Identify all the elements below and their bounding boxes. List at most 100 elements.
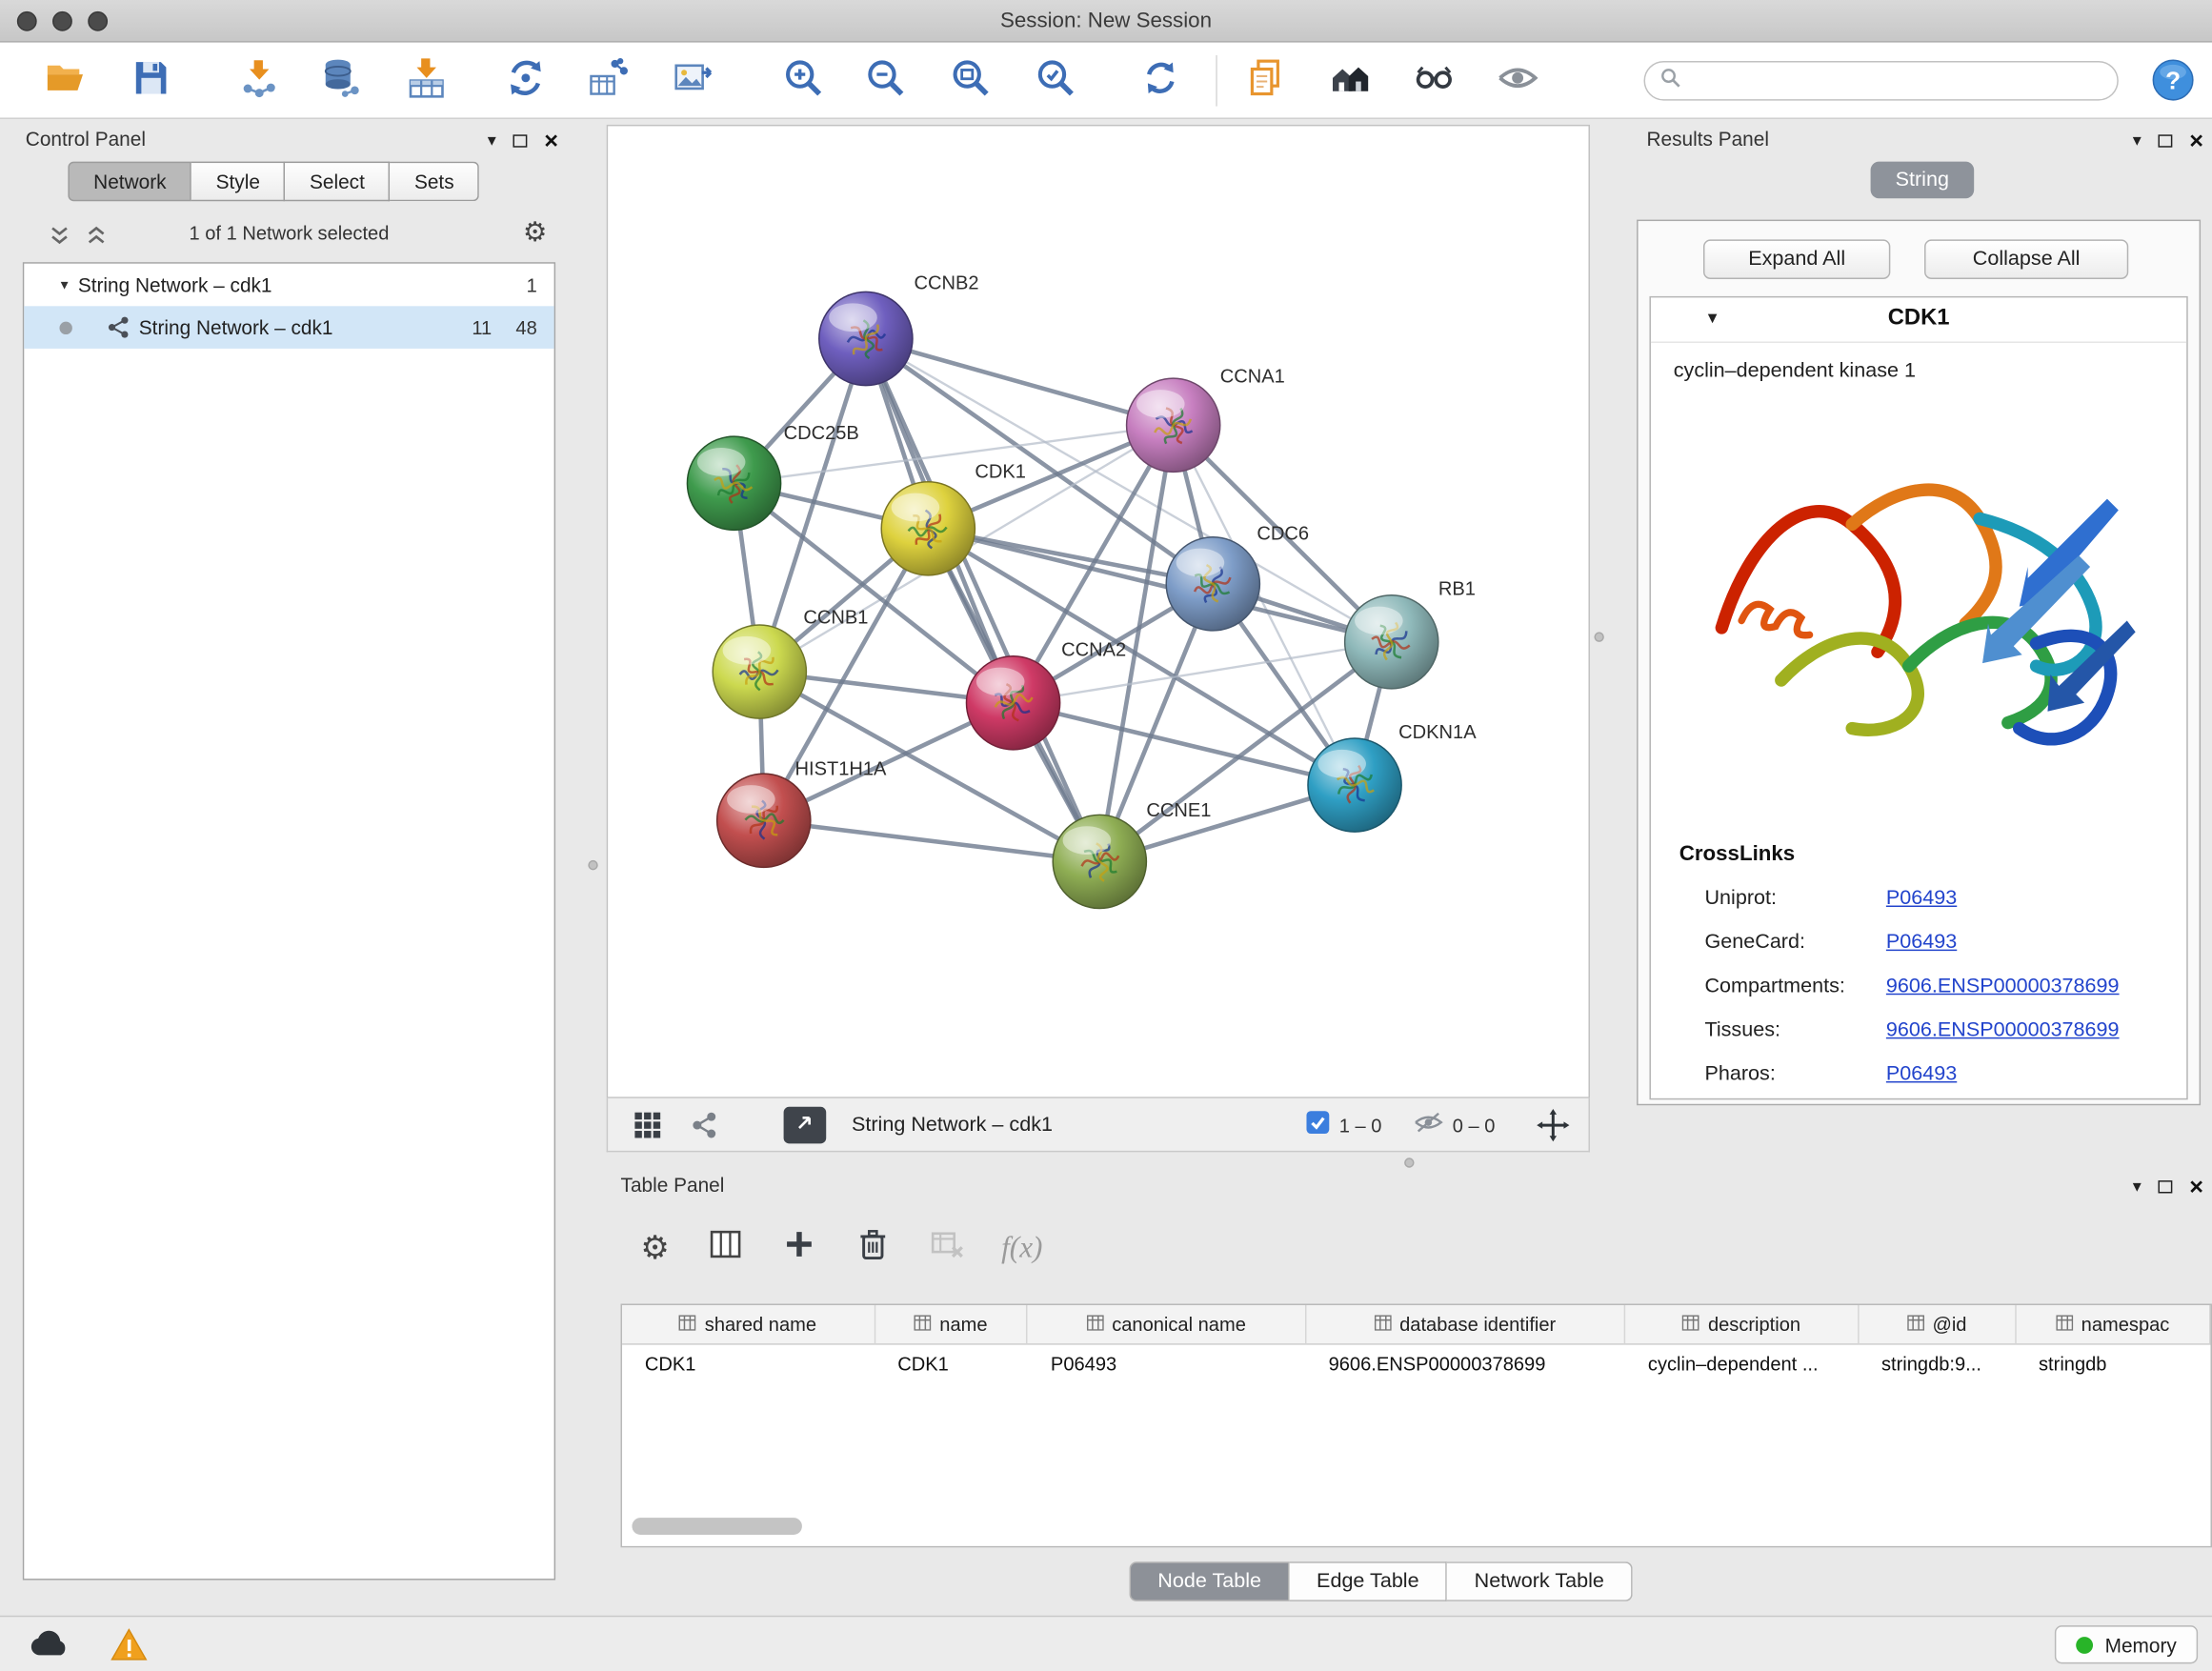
tab-sets[interactable]: Sets — [391, 162, 480, 202]
tab-network-table[interactable]: Network Table — [1447, 1561, 1632, 1601]
column-header-namespac[interactable]: namespac — [2016, 1305, 2210, 1343]
crosslink-row: GeneCard:P06493 — [1651, 919, 2186, 963]
table-row[interactable]: CDK1CDK1P064939606.ENSP00000378699cyclin… — [622, 1345, 2210, 1385]
search-input[interactable] — [1691, 65, 2118, 96]
network-node-CDK1[interactable]: CDK1 — [881, 461, 1026, 575]
column-header-database-identifier[interactable]: database identifier — [1306, 1305, 1626, 1343]
table-cell[interactable]: CDK1 — [622, 1345, 875, 1385]
column-header--id[interactable]: @id — [1859, 1305, 2016, 1343]
memory-status-dot-icon — [2077, 1636, 2094, 1653]
tab-string[interactable]: String — [1870, 162, 1975, 199]
table-panel-close-icon[interactable]: × — [2189, 1174, 2203, 1198]
network-node-HIST1H1A[interactable]: HIST1H1A — [717, 759, 887, 868]
horizontal-scrollbar[interactable] — [632, 1518, 802, 1535]
birdseye-toggle-button[interactable] — [784, 1098, 827, 1153]
new-table-from-network-button[interactable] — [581, 54, 635, 109]
control-panel-float-icon[interactable] — [513, 134, 528, 147]
zoom-in-button[interactable] — [776, 54, 831, 109]
column-header-name[interactable]: name — [875, 1305, 1028, 1343]
table-panel-title: Table Panel — [621, 1174, 725, 1197]
zoom-selected-button[interactable] — [1029, 54, 1083, 109]
hide-selected-button[interactable] — [1407, 54, 1461, 109]
show-hidden-button[interactable] — [1491, 54, 1545, 109]
network-edge[interactable] — [866, 339, 1174, 426]
results-panel-close-icon[interactable]: × — [2189, 129, 2203, 152]
zoom-out-button[interactable] — [858, 54, 913, 109]
crosslink-value-link[interactable]: 9606.ENSP00000378699 — [1886, 975, 2120, 997]
column-header-description[interactable]: description — [1625, 1305, 1859, 1343]
network-node-CCNA1[interactable]: CCNA1 — [1127, 367, 1285, 473]
network-edge[interactable] — [866, 339, 1099, 862]
tab-select[interactable]: Select — [286, 162, 391, 202]
import-network-file-button[interactable] — [232, 54, 287, 109]
table-panel-float-icon[interactable] — [2159, 1179, 2173, 1192]
delete-column-trash-icon[interactable] — [854, 1225, 891, 1269]
network-options-gear-icon[interactable]: ⚙ — [523, 220, 547, 247]
network-node-CCNB1[interactable]: CCNB1 — [713, 608, 868, 719]
network-collection-row[interactable]: ▼ String Network – cdk1 1 — [24, 264, 553, 307]
table-cell[interactable]: stringdb — [2016, 1345, 2210, 1385]
refresh-layout-button[interactable] — [1134, 54, 1188, 109]
control-panel-collapse-icon[interactable]: ▾ — [488, 131, 496, 149]
control-panel-close-icon[interactable]: × — [544, 129, 558, 152]
table-options-gear-icon[interactable]: ⚙ — [640, 1231, 670, 1263]
show-columns-icon[interactable] — [707, 1225, 744, 1269]
cloud-status-icon[interactable] — [29, 1628, 71, 1666]
crosslink-value-link[interactable]: 9606.ENSP00000378699 — [1886, 1018, 2120, 1041]
table-cell[interactable]: 9606.ENSP00000378699 — [1306, 1345, 1625, 1385]
collapse-all-button[interactable]: Collapse All — [1924, 239, 2128, 279]
splitter-handle-bottom[interactable] — [1404, 1158, 1414, 1167]
crosslink-value-link[interactable]: P06493 — [1886, 931, 1957, 954]
tab-style[interactable]: Style — [191, 162, 285, 202]
new-network-button[interactable] — [499, 54, 553, 109]
network-node-RB1[interactable]: RB1 — [1345, 579, 1476, 689]
toolbar-separator — [1216, 55, 1217, 107]
results-panel-float-icon[interactable] — [2159, 134, 2173, 147]
grid-view-icon[interactable] — [633, 1098, 662, 1153]
save-session-button[interactable] — [123, 54, 177, 109]
column-header-shared-name[interactable]: shared name — [622, 1305, 875, 1343]
splitter-handle-right[interactable] — [1594, 632, 1603, 641]
export-image-button[interactable] — [666, 54, 720, 109]
table-cell[interactable]: CDK1 — [875, 1345, 1028, 1385]
splitter-handle-left[interactable] — [588, 860, 597, 870]
network-edge[interactable] — [764, 820, 1100, 861]
pan-crosshair-button[interactable] — [1536, 1098, 1570, 1153]
table-cell[interactable]: stringdb:9... — [1859, 1345, 2016, 1385]
table-cell[interactable]: cyclin–dependent ... — [1625, 1345, 1859, 1385]
open-session-button[interactable] — [38, 54, 92, 109]
tree-expand-icon[interactable]: ▼ — [58, 278, 78, 292]
column-header-canonical-name[interactable]: canonical name — [1028, 1305, 1306, 1343]
table-cell[interactable]: P06493 — [1028, 1345, 1306, 1385]
add-column-icon[interactable] — [780, 1225, 817, 1269]
floppy-disk-icon — [129, 56, 171, 106]
tab-network[interactable]: Network — [68, 162, 191, 202]
table-panel-collapse-icon[interactable]: ▾ — [2133, 1178, 2142, 1195]
crosslink-value-link[interactable]: P06493 — [1886, 1062, 1957, 1085]
results-panel-collapse-icon[interactable]: ▾ — [2133, 131, 2142, 149]
network-canvas[interactable]: CCNB2CCNA1CDC25BCDK1CDC6RB1CCNB1CCNA2CDK… — [607, 125, 1590, 1098]
help-button[interactable]: ? — [2145, 57, 2200, 111]
network-arrows-icon — [505, 56, 548, 106]
zoom-fit-button[interactable] — [944, 54, 998, 109]
home-views-button[interactable] — [1323, 54, 1377, 109]
network-overview-icon[interactable] — [690, 1098, 718, 1153]
import-network-database-button[interactable] — [314, 54, 369, 109]
tab-edge-table[interactable]: Edge Table — [1290, 1561, 1448, 1601]
protein-card-header[interactable]: ▼ CDK1 — [1651, 297, 2186, 343]
duplicate-document-button[interactable] — [1238, 54, 1293, 109]
tab-node-table[interactable]: Node Table — [1130, 1561, 1290, 1601]
memory-button[interactable]: Memory — [2056, 1625, 2199, 1663]
crosslink-value-link[interactable]: P06493 — [1886, 886, 1957, 909]
network-node-label: CDC25B — [784, 423, 859, 444]
network-label: String Network – cdk1 — [139, 316, 333, 339]
column-type-icon — [1907, 1314, 1924, 1335]
import-table-button[interactable] — [399, 54, 453, 109]
global-search — [1644, 61, 2119, 101]
function-builder-icon[interactable]: f(x) — [1001, 1229, 1042, 1264]
expand-all-button[interactable]: Expand All — [1703, 239, 1890, 279]
network-node-CCNB2[interactable]: CCNB2 — [819, 272, 979, 385]
network-node-CDKN1A[interactable]: CDKN1A — [1308, 722, 1477, 832]
network-row[interactable]: String Network – cdk1 11 48 — [24, 306, 553, 349]
warning-icon[interactable] — [111, 1628, 148, 1669]
